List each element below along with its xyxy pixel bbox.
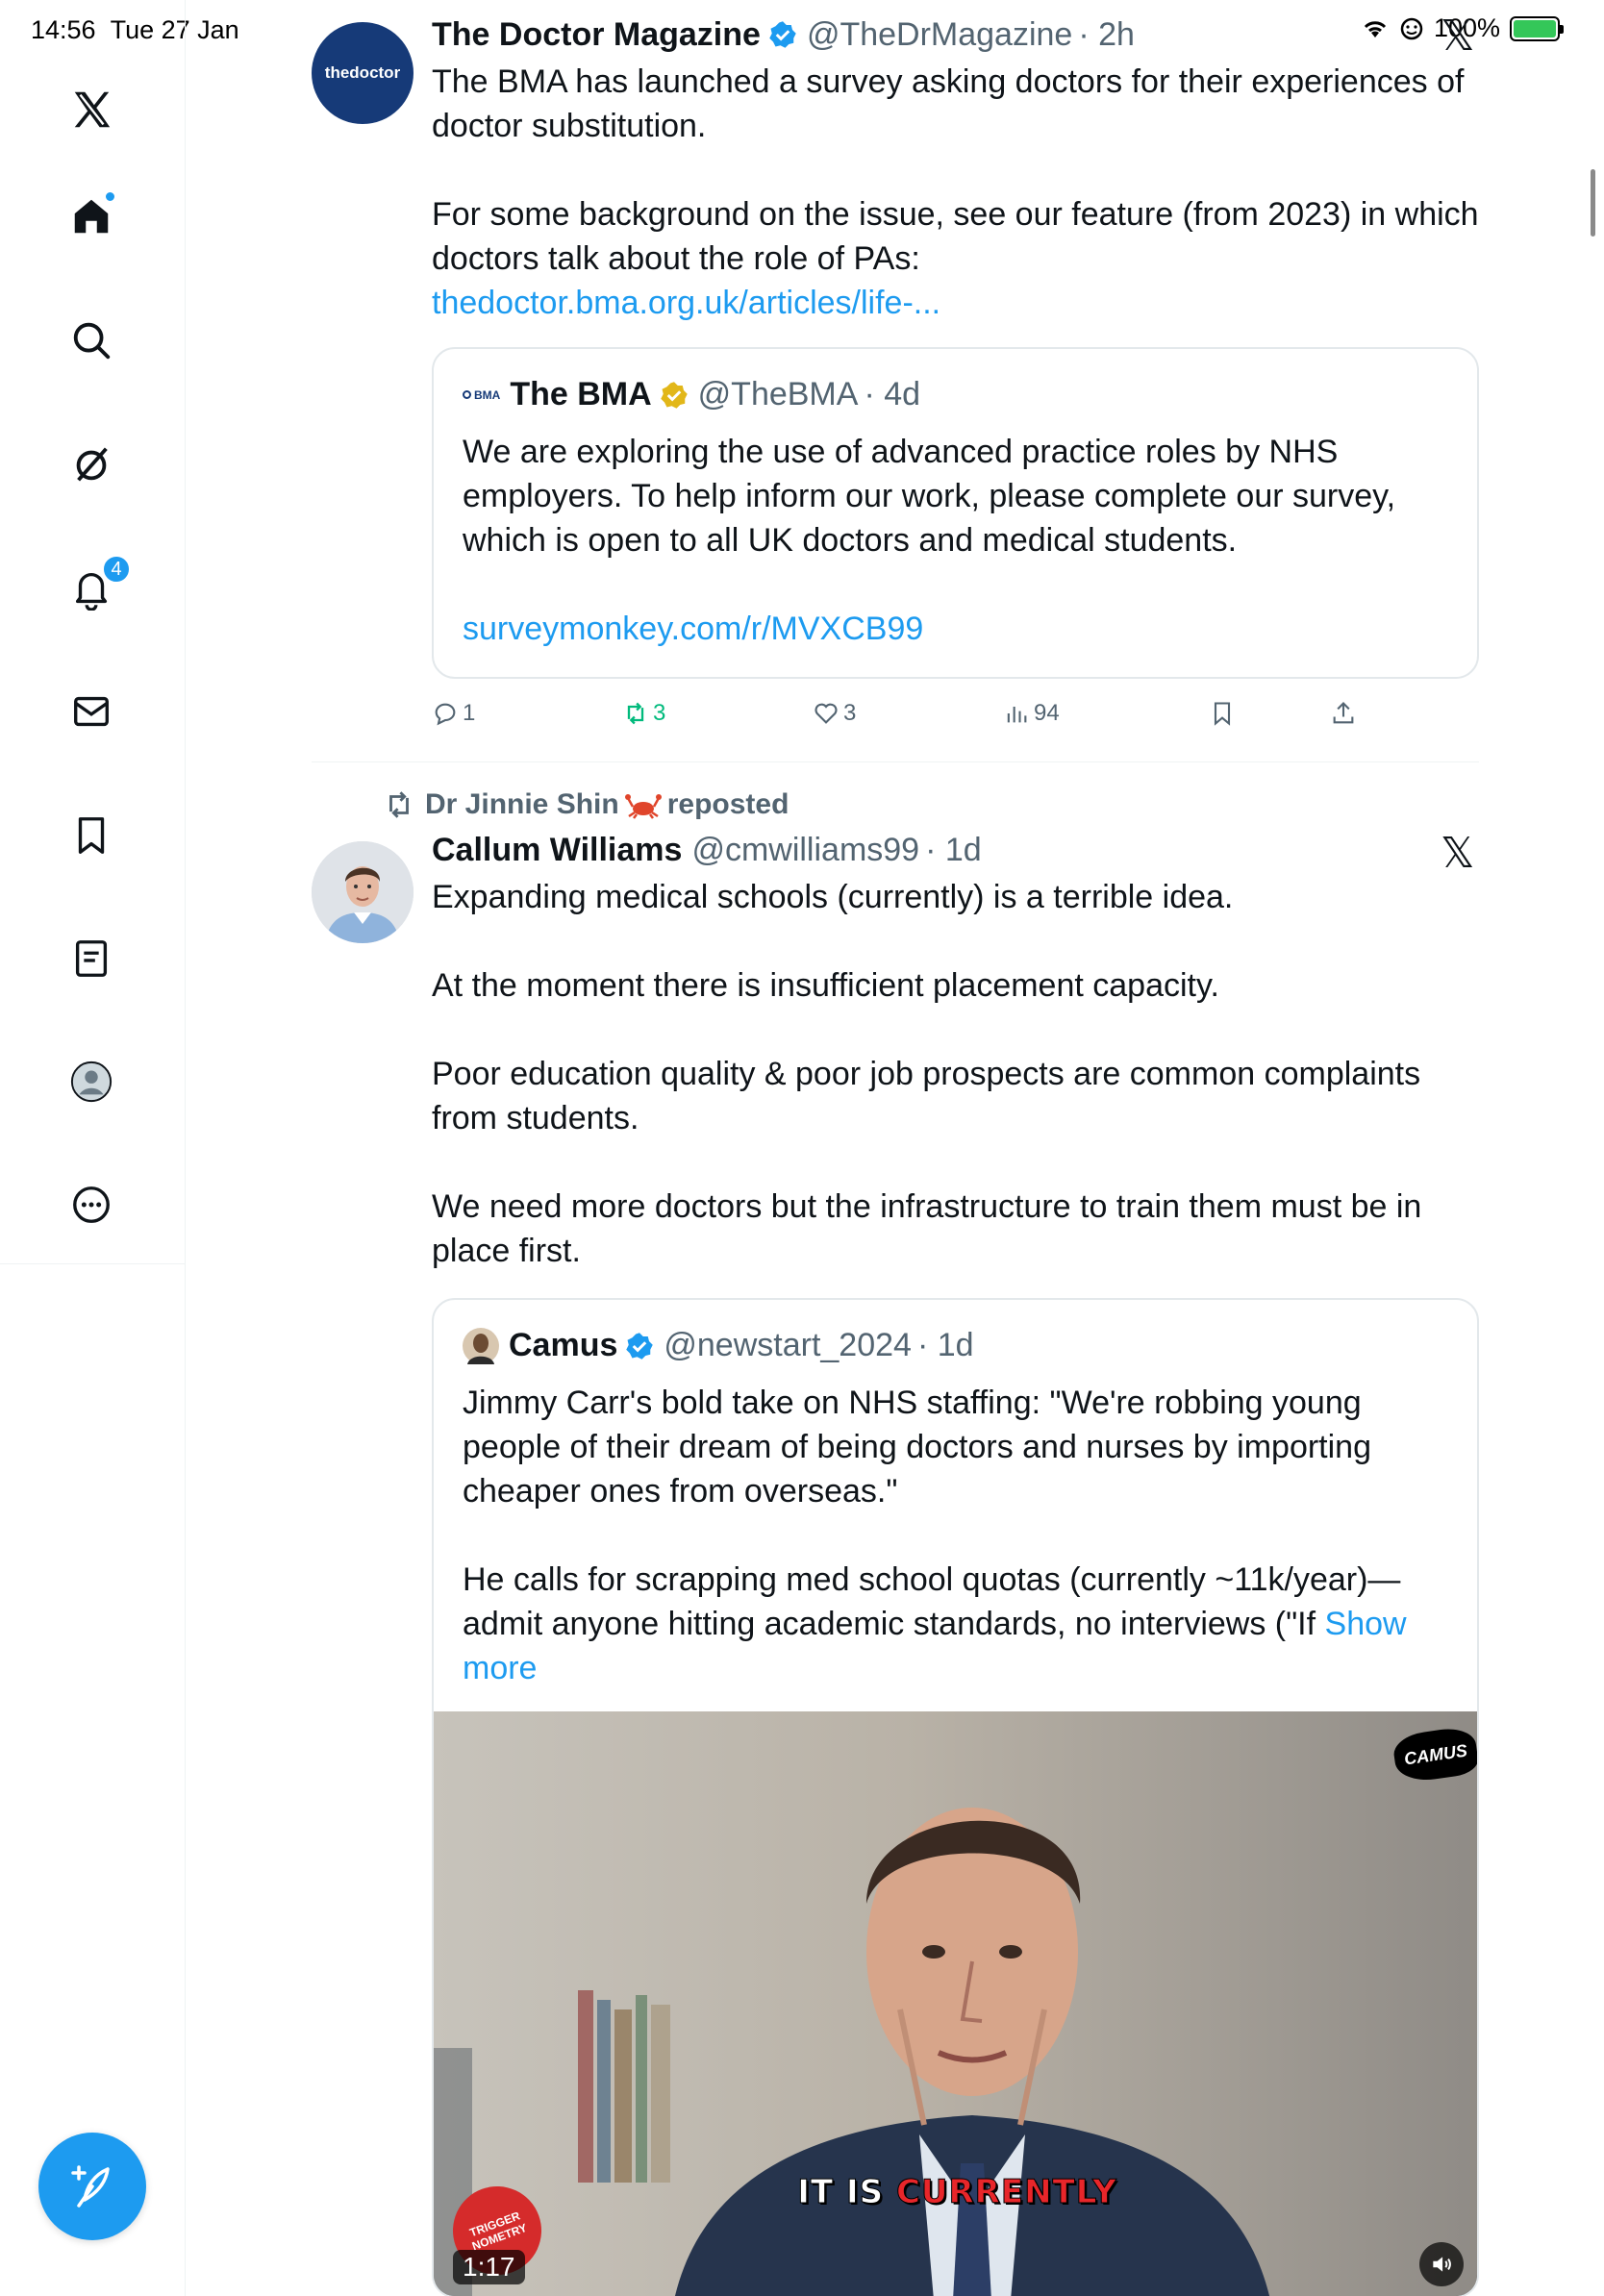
- reply-button[interactable]: 1: [432, 700, 475, 727]
- grok-x-icon[interactable]: 𝕏: [1441, 12, 1474, 61]
- bookmark-button[interactable]: [1209, 700, 1236, 727]
- tweet-text: Expanding medical schools (currently) is…: [432, 879, 1422, 1269]
- tweet-content: Callum Williams @cmwilliams99 · 1d Expan…: [432, 831, 1479, 1273]
- mute-button[interactable]: [1419, 2242, 1464, 2286]
- tweet-actions: 1 3 3 94: [432, 694, 1479, 733]
- views-count: 94: [1034, 700, 1060, 726]
- sidebar: 4: [0, 0, 186, 2296]
- author-avatar[interactable]: [312, 841, 414, 943]
- quoted-author-handle: @TheBMA: [697, 376, 859, 412]
- repost-button[interactable]: 3: [622, 700, 665, 727]
- views-icon: [1007, 707, 1027, 723]
- video-player[interactable]: CAMUS IT IS CURRENTLY TRIGGER NOMETRY 1:…: [434, 1711, 1477, 2296]
- messages-icon[interactable]: [63, 684, 119, 739]
- reposter-name: Dr Jinnie Shin: [425, 788, 619, 820]
- bma-logo: BMA: [463, 388, 500, 402]
- author-handle[interactable]: @cmwilliams99: [691, 831, 919, 869]
- bookmarks-icon[interactable]: [63, 808, 119, 863]
- author-handle[interactable]: @TheDrMagazine: [807, 15, 1072, 54]
- quoted-tweet-time: · 1d: [916, 1327, 974, 1363]
- person-photo: [312, 841, 414, 943]
- author-name[interactable]: Callum Williams: [432, 831, 682, 869]
- tweet-link[interactable]: thedoctor.bma.org.uk/articles/life-...: [432, 281, 1479, 325]
- tweet-divider: [312, 761, 1479, 762]
- author-name[interactable]: The Doctor Magazine: [432, 15, 761, 54]
- like-count: 3: [843, 700, 857, 726]
- tweet-header: Callum Williams @cmwilliams99 · 1d: [432, 831, 1479, 869]
- compose-post-button[interactable]: [38, 2133, 146, 2240]
- share-button[interactable]: [1330, 700, 1357, 727]
- battery-icon: [1510, 15, 1564, 41]
- home-icon[interactable]: [63, 188, 119, 244]
- more-options-icon[interactable]: [63, 1177, 119, 1233]
- quoted-tweet-time: · 4d: [864, 376, 921, 412]
- notifications-badge: 4: [102, 555, 131, 584]
- tweet-content: The Doctor Magazine @TheDrMagazine · 2h …: [432, 15, 1479, 325]
- tweet[interactable]: Dr Jinnie Shin reposted Callum Williams: [312, 769, 1479, 2296]
- speaker-icon: [1433, 2257, 1451, 2272]
- verified-badge-icon: [626, 1332, 654, 1360]
- profile-avatar-icon[interactable]: [63, 1054, 119, 1110]
- reposted-label: reposted: [666, 788, 789, 820]
- share-icon: [1333, 702, 1354, 724]
- quoted-author-handle: @newstart_2024: [664, 1327, 912, 1363]
- repost-context[interactable]: Dr Jinnie Shin reposted: [383, 788, 789, 821]
- tweet[interactable]: thedoctor The Doctor Magazine @TheDrMaga…: [312, 0, 1479, 760]
- quoted-tweet-header: Camus @newstart_2024 · 1d: [463, 1327, 974, 1364]
- tweet-time[interactable]: · 1d: [925, 831, 982, 869]
- quoted-tweet-text: We are exploring the use of advanced pra…: [463, 434, 1396, 559]
- quoted-tweet-link[interactable]: surveymonkey.com/r/MVXCB99: [463, 607, 923, 651]
- tweet-text: The BMA has launched a survey asking doc…: [432, 63, 1479, 277]
- verified-badge-icon: [769, 21, 796, 48]
- repost-icon: [627, 702, 644, 725]
- like-button[interactable]: 3: [813, 700, 856, 727]
- search-icon[interactable]: [63, 312, 119, 368]
- quoted-tweet[interactable]: Camus @newstart_2024 · 1d Jimmy Carr's b…: [432, 1298, 1479, 2296]
- home-unread-dot: [104, 190, 116, 203]
- tweet-header: The Doctor Magazine @TheDrMagazine · 2h: [432, 15, 1479, 54]
- quoted-author-avatar: [463, 1327, 499, 1364]
- notifications-icon[interactable]: 4: [63, 555, 131, 616]
- gold-verified-badge-icon: [660, 381, 688, 409]
- avatar-logo-text: thedoctor: [324, 63, 401, 82]
- scrollbar[interactable]: [1591, 169, 1595, 237]
- crab-emoji-icon: [624, 794, 662, 819]
- author-avatar[interactable]: thedoctor: [312, 22, 414, 124]
- feather-plus-icon: [71, 2165, 110, 2208]
- quoted-tweet-header: BMA The BMA @TheBMA · 4d: [463, 376, 920, 413]
- grok-x-icon[interactable]: 𝕏: [1441, 829, 1474, 878]
- repost-icon: [389, 791, 409, 818]
- bookmark-icon: [1214, 702, 1231, 726]
- grok-icon[interactable]: [63, 437, 119, 492]
- x-logo-icon[interactable]: [63, 82, 119, 137]
- reply-icon: [435, 703, 456, 726]
- sidebar-divider: [0, 1263, 186, 1264]
- views-button[interactable]: 94: [1003, 700, 1060, 727]
- quoted-tweet[interactable]: BMA The BMA @TheBMA · 4d We are explorin…: [432, 347, 1479, 679]
- quoted-tweet-text: Jimmy Carr's bold take on NHS staffing: …: [463, 1385, 1407, 1686]
- quoted-author-name: Camus: [509, 1327, 618, 1363]
- reply-count: 1: [463, 700, 476, 726]
- video-duration: 1:17: [453, 2250, 525, 2284]
- quoted-author-name: The BMA: [510, 376, 652, 412]
- lists-icon[interactable]: [63, 931, 119, 986]
- repost-count: 3: [653, 700, 666, 726]
- video-caption: IT IS CURRENTLY: [797, 2173, 1117, 2212]
- tweet-time[interactable]: · 2h: [1078, 15, 1135, 54]
- heart-icon: [815, 703, 838, 724]
